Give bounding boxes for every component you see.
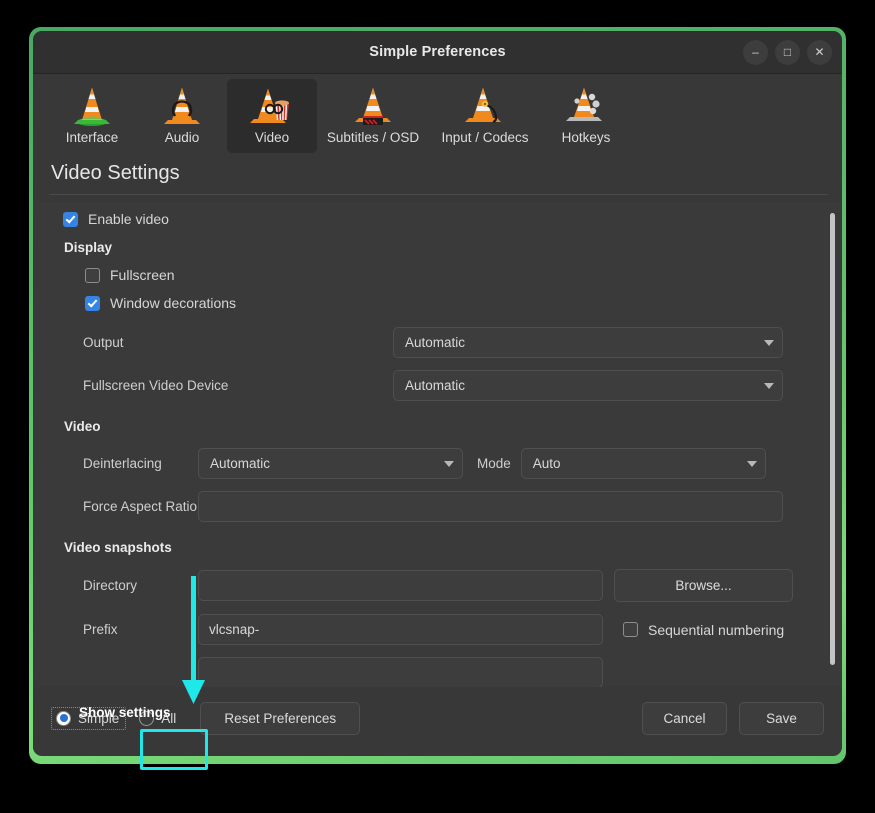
deinterlacing-value: Automatic: [210, 456, 271, 471]
tab-subtitles-osd[interactable]: Subtitles / OSD: [317, 79, 429, 153]
settings-content: Enable video Display Fullscreen Window d…: [33, 201, 842, 687]
fullscreen-video-device-combobox[interactable]: Automatic: [393, 370, 783, 401]
window-title: Simple Preferences: [369, 44, 506, 60]
preferences-window: Simple Preferences – □ ✕ Interface Audio…: [33, 31, 842, 756]
window-decorations-label: Window decorations: [110, 295, 237, 311]
browse-button[interactable]: Browse...: [614, 569, 793, 602]
cancel-button[interactable]: Cancel: [642, 701, 727, 735]
title-bar: Simple Preferences – □ ✕: [33, 31, 842, 74]
tab-interface-label: Interface: [65, 130, 119, 145]
tab-hotkeys[interactable]: Hotkeys: [541, 79, 631, 153]
chevron-down-icon: [444, 460, 454, 467]
maximize-button[interactable]: □: [775, 39, 800, 65]
mode-combobox[interactable]: Auto: [520, 448, 766, 479]
output-label: Output: [83, 335, 124, 350]
tab-input-codecs[interactable]: Input / Codecs: [429, 79, 541, 153]
fullscreen-video-device-value: Automatic: [405, 378, 466, 393]
vlc-cone-audio-icon: [159, 85, 205, 127]
mode-label: Mode: [477, 456, 511, 471]
fullscreen-row[interactable]: Fullscreen: [85, 267, 812, 283]
snapshots-group-header-row: Video snapshots: [64, 540, 812, 555]
deinterlacing-combobox[interactable]: Automatic: [198, 448, 463, 479]
page-title: Video Settings: [51, 162, 180, 184]
vlc-cone-video-icon: [249, 85, 295, 127]
snapshot-prefix-label: Prefix: [83, 622, 118, 637]
window-decorations-checkbox[interactable]: [85, 295, 100, 311]
snapshot-prefix-row: Prefix vlcsnap- Sequential numbering: [63, 614, 812, 645]
tab-audio[interactable]: Audio: [137, 79, 227, 153]
vertical-scrollbar[interactable]: [830, 213, 835, 675]
fullscreen-checkbox[interactable]: [85, 267, 100, 283]
vlc-cone-hotkeys-icon: [563, 85, 609, 127]
mode-value: Auto: [532, 456, 561, 471]
output-row: Output Automatic: [63, 327, 812, 358]
force-aspect-ratio-row: Force Aspect Ratio: [63, 491, 812, 522]
video-group-header: Video: [64, 419, 101, 434]
enable-video-label: Enable video: [88, 211, 169, 227]
close-button[interactable]: ✕: [807, 39, 832, 65]
fullscreen-label: Fullscreen: [110, 267, 175, 283]
save-button[interactable]: Save: [739, 701, 824, 735]
enable-video-row[interactable]: Enable video: [63, 211, 812, 227]
tab-interface[interactable]: Interface: [47, 79, 137, 153]
preferences-tab-strip: Interface Audio Video Subtitles / OSD In…: [33, 74, 842, 156]
vlc-cone-input-icon: [462, 85, 508, 127]
snapshot-prefix-input[interactable]: vlcsnap-: [198, 614, 603, 645]
video-group-header-row: Video: [64, 419, 812, 434]
screenshot-root: Simple Preferences – □ ✕ Interface Audio…: [0, 0, 875, 813]
snapshot-partial-input[interactable]: [198, 657, 603, 687]
enable-video-checkbox[interactable]: [63, 211, 78, 227]
vlc-cone-subtitles-icon: [350, 85, 396, 127]
minimize-button[interactable]: –: [743, 39, 768, 65]
snapshot-partial-row: [63, 657, 812, 687]
force-aspect-ratio-label: Force Aspect Ratio: [83, 499, 198, 514]
snapshot-directory-row: Directory Browse...: [63, 569, 812, 602]
force-aspect-ratio-input[interactable]: [198, 491, 783, 522]
reset-preferences-button[interactable]: Reset Preferences: [200, 701, 361, 735]
fullscreen-video-device-label: Fullscreen Video Device: [83, 378, 229, 393]
window-decorations-row[interactable]: Window decorations: [85, 295, 812, 311]
fullscreen-video-device-row: Fullscreen Video Device Automatic: [63, 370, 812, 401]
tab-subtitles-osd-label: Subtitles / OSD: [326, 130, 420, 145]
tab-hotkeys-label: Hotkeys: [561, 130, 611, 145]
show-settings-label: Show settings: [79, 705, 171, 720]
tab-input-codecs-label: Input / Codecs: [441, 130, 529, 145]
output-value: Automatic: [405, 335, 466, 350]
tab-video[interactable]: Video: [227, 79, 317, 153]
window-controls: – □ ✕: [743, 31, 832, 73]
display-group-header: Display: [64, 240, 113, 255]
tab-video-label: Video: [254, 130, 290, 145]
simple-radio-indicator[interactable]: [56, 710, 71, 726]
deinterlacing-row: Deinterlacing Automatic Mode Auto: [63, 448, 812, 479]
sequential-numbering-label: Sequential numbering: [648, 621, 785, 638]
deinterlacing-label: Deinterlacing: [83, 456, 162, 471]
tab-audio-label: Audio: [164, 130, 200, 145]
output-combobox[interactable]: Automatic: [393, 327, 783, 358]
page-header: Video Settings: [33, 156, 842, 194]
settings-scroll-pane[interactable]: Enable video Display Fullscreen Window d…: [33, 201, 842, 687]
chevron-down-icon: [764, 382, 774, 389]
sequential-numbering-checkbox[interactable]: [623, 622, 638, 637]
vlc-cone-interface-icon: [69, 85, 115, 127]
chevron-down-icon: [764, 339, 774, 346]
display-group-header-row: Display: [64, 240, 812, 255]
snapshot-directory-input[interactable]: [198, 570, 603, 601]
scrollbar-thumb[interactable]: [830, 213, 835, 665]
snapshot-directory-label: Directory: [83, 578, 138, 593]
chevron-down-icon: [746, 460, 757, 467]
snapshots-group-header: Video snapshots: [64, 540, 172, 555]
